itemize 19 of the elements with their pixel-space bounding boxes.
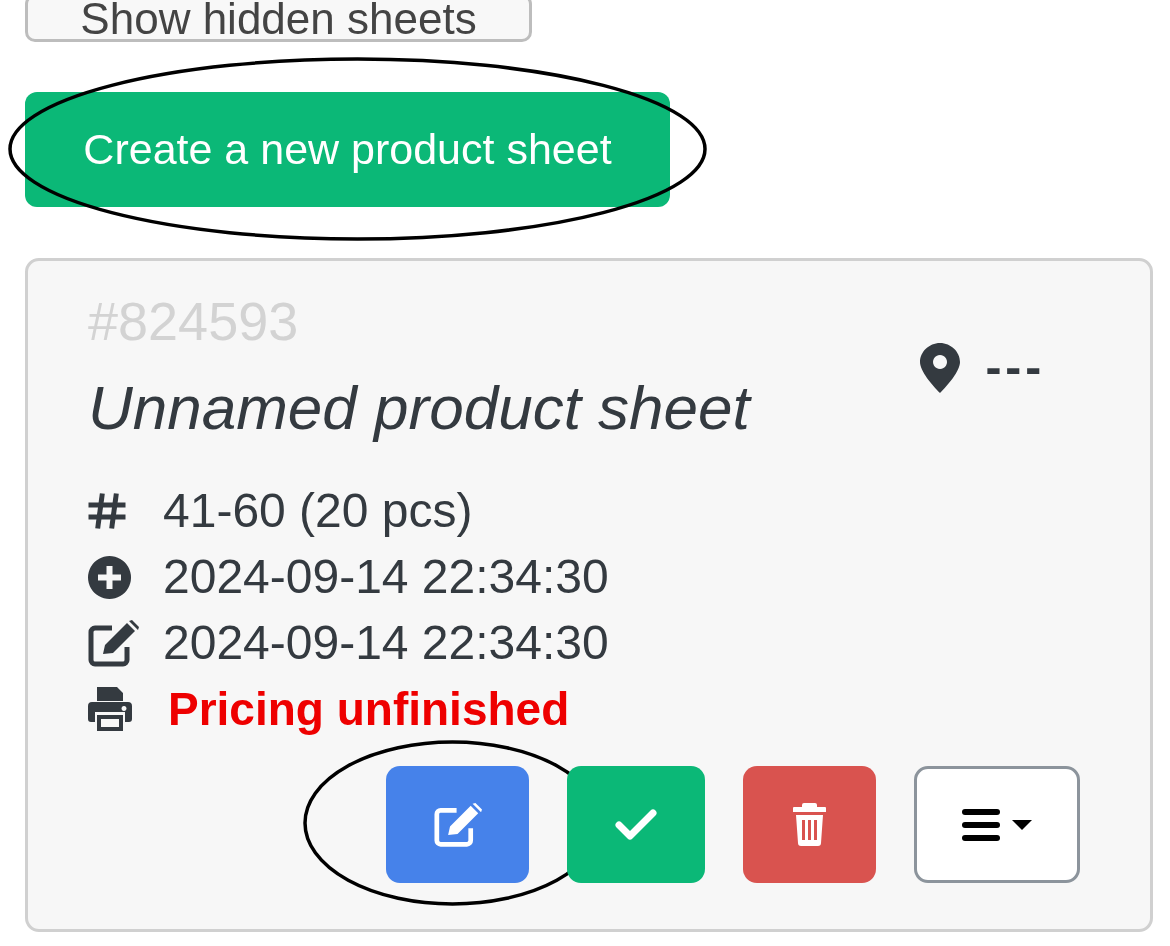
location-text: --- [985,344,1045,392]
caret-icon [1012,819,1032,830]
printer-icon [88,687,132,731]
trash-icon [793,803,826,846]
delete-button[interactable] [743,766,876,883]
edit-icon [88,619,139,667]
edit-icon [433,801,482,848]
edit-button[interactable] [386,766,529,883]
show-hidden-sheets-button[interactable]: Show hidden sheets [25,0,532,42]
modified-date: 2024-09-14 22:34:30 [163,619,609,667]
sheet-title: Unnamed product sheet [88,373,750,443]
number-range: 41-60 (20 pcs) [163,487,473,535]
menu-button[interactable] [914,766,1080,883]
menu-icon [962,808,1000,841]
approve-button[interactable] [567,766,705,883]
map-pin-icon [919,343,960,393]
check-icon [615,808,657,841]
created-date: 2024-09-14 22:34:30 [163,553,609,601]
hashtag-icon [88,493,126,529]
